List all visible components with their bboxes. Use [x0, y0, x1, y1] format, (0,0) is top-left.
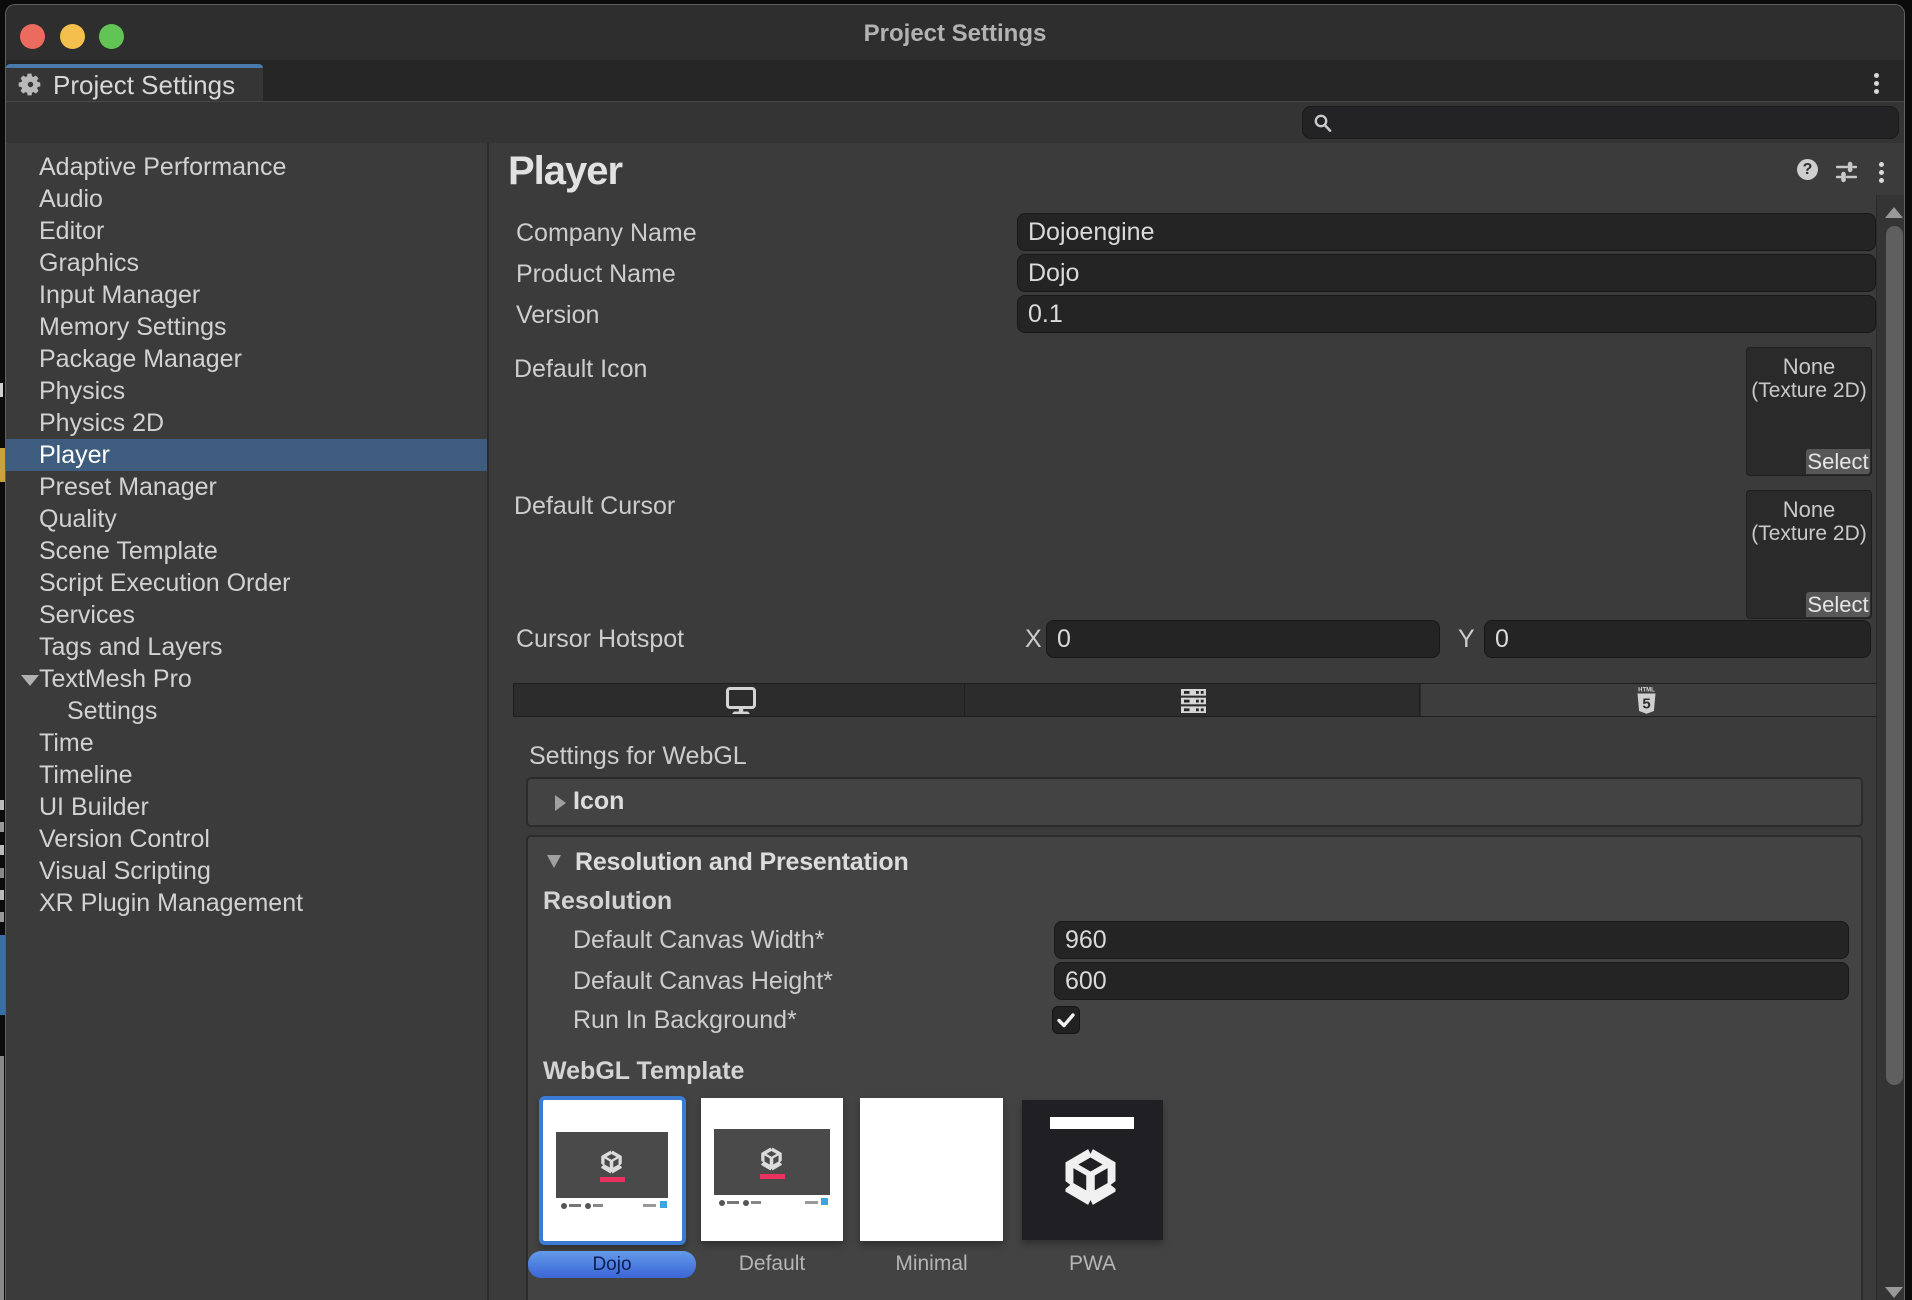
svg-text:5: 5 — [1642, 696, 1650, 713]
svg-text:HTML: HTML — [1638, 688, 1655, 694]
